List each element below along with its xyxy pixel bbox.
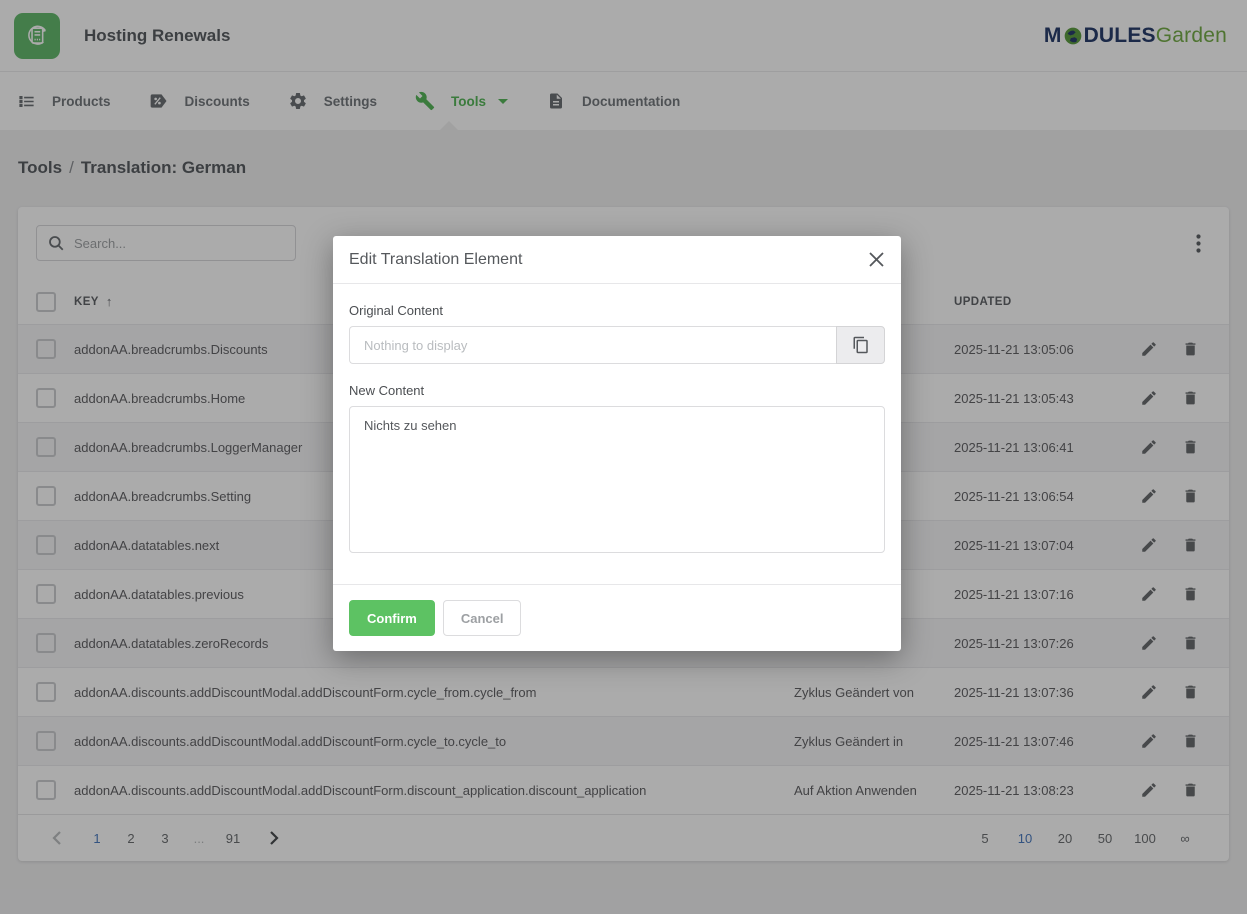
close-icon <box>869 252 884 267</box>
copy-button[interactable] <box>836 326 885 364</box>
original-content-label: Original Content <box>349 303 885 318</box>
cancel-button[interactable]: Cancel <box>443 600 522 636</box>
modal-header: Edit Translation Element <box>333 236 901 284</box>
original-content-input[interactable] <box>349 326 836 364</box>
copy-icon <box>852 336 870 354</box>
new-content-label: New Content <box>349 383 885 398</box>
edit-translation-modal: Edit Translation Element Original Conten… <box>333 236 901 651</box>
modal-title: Edit Translation Element <box>349 251 522 269</box>
confirm-button[interactable]: Confirm <box>349 600 435 636</box>
close-button[interactable] <box>867 251 885 269</box>
original-content-group <box>349 326 885 364</box>
new-content-textarea[interactable]: Nichts zu sehen <box>349 406 885 553</box>
modal-footer: Confirm Cancel <box>333 584 901 651</box>
